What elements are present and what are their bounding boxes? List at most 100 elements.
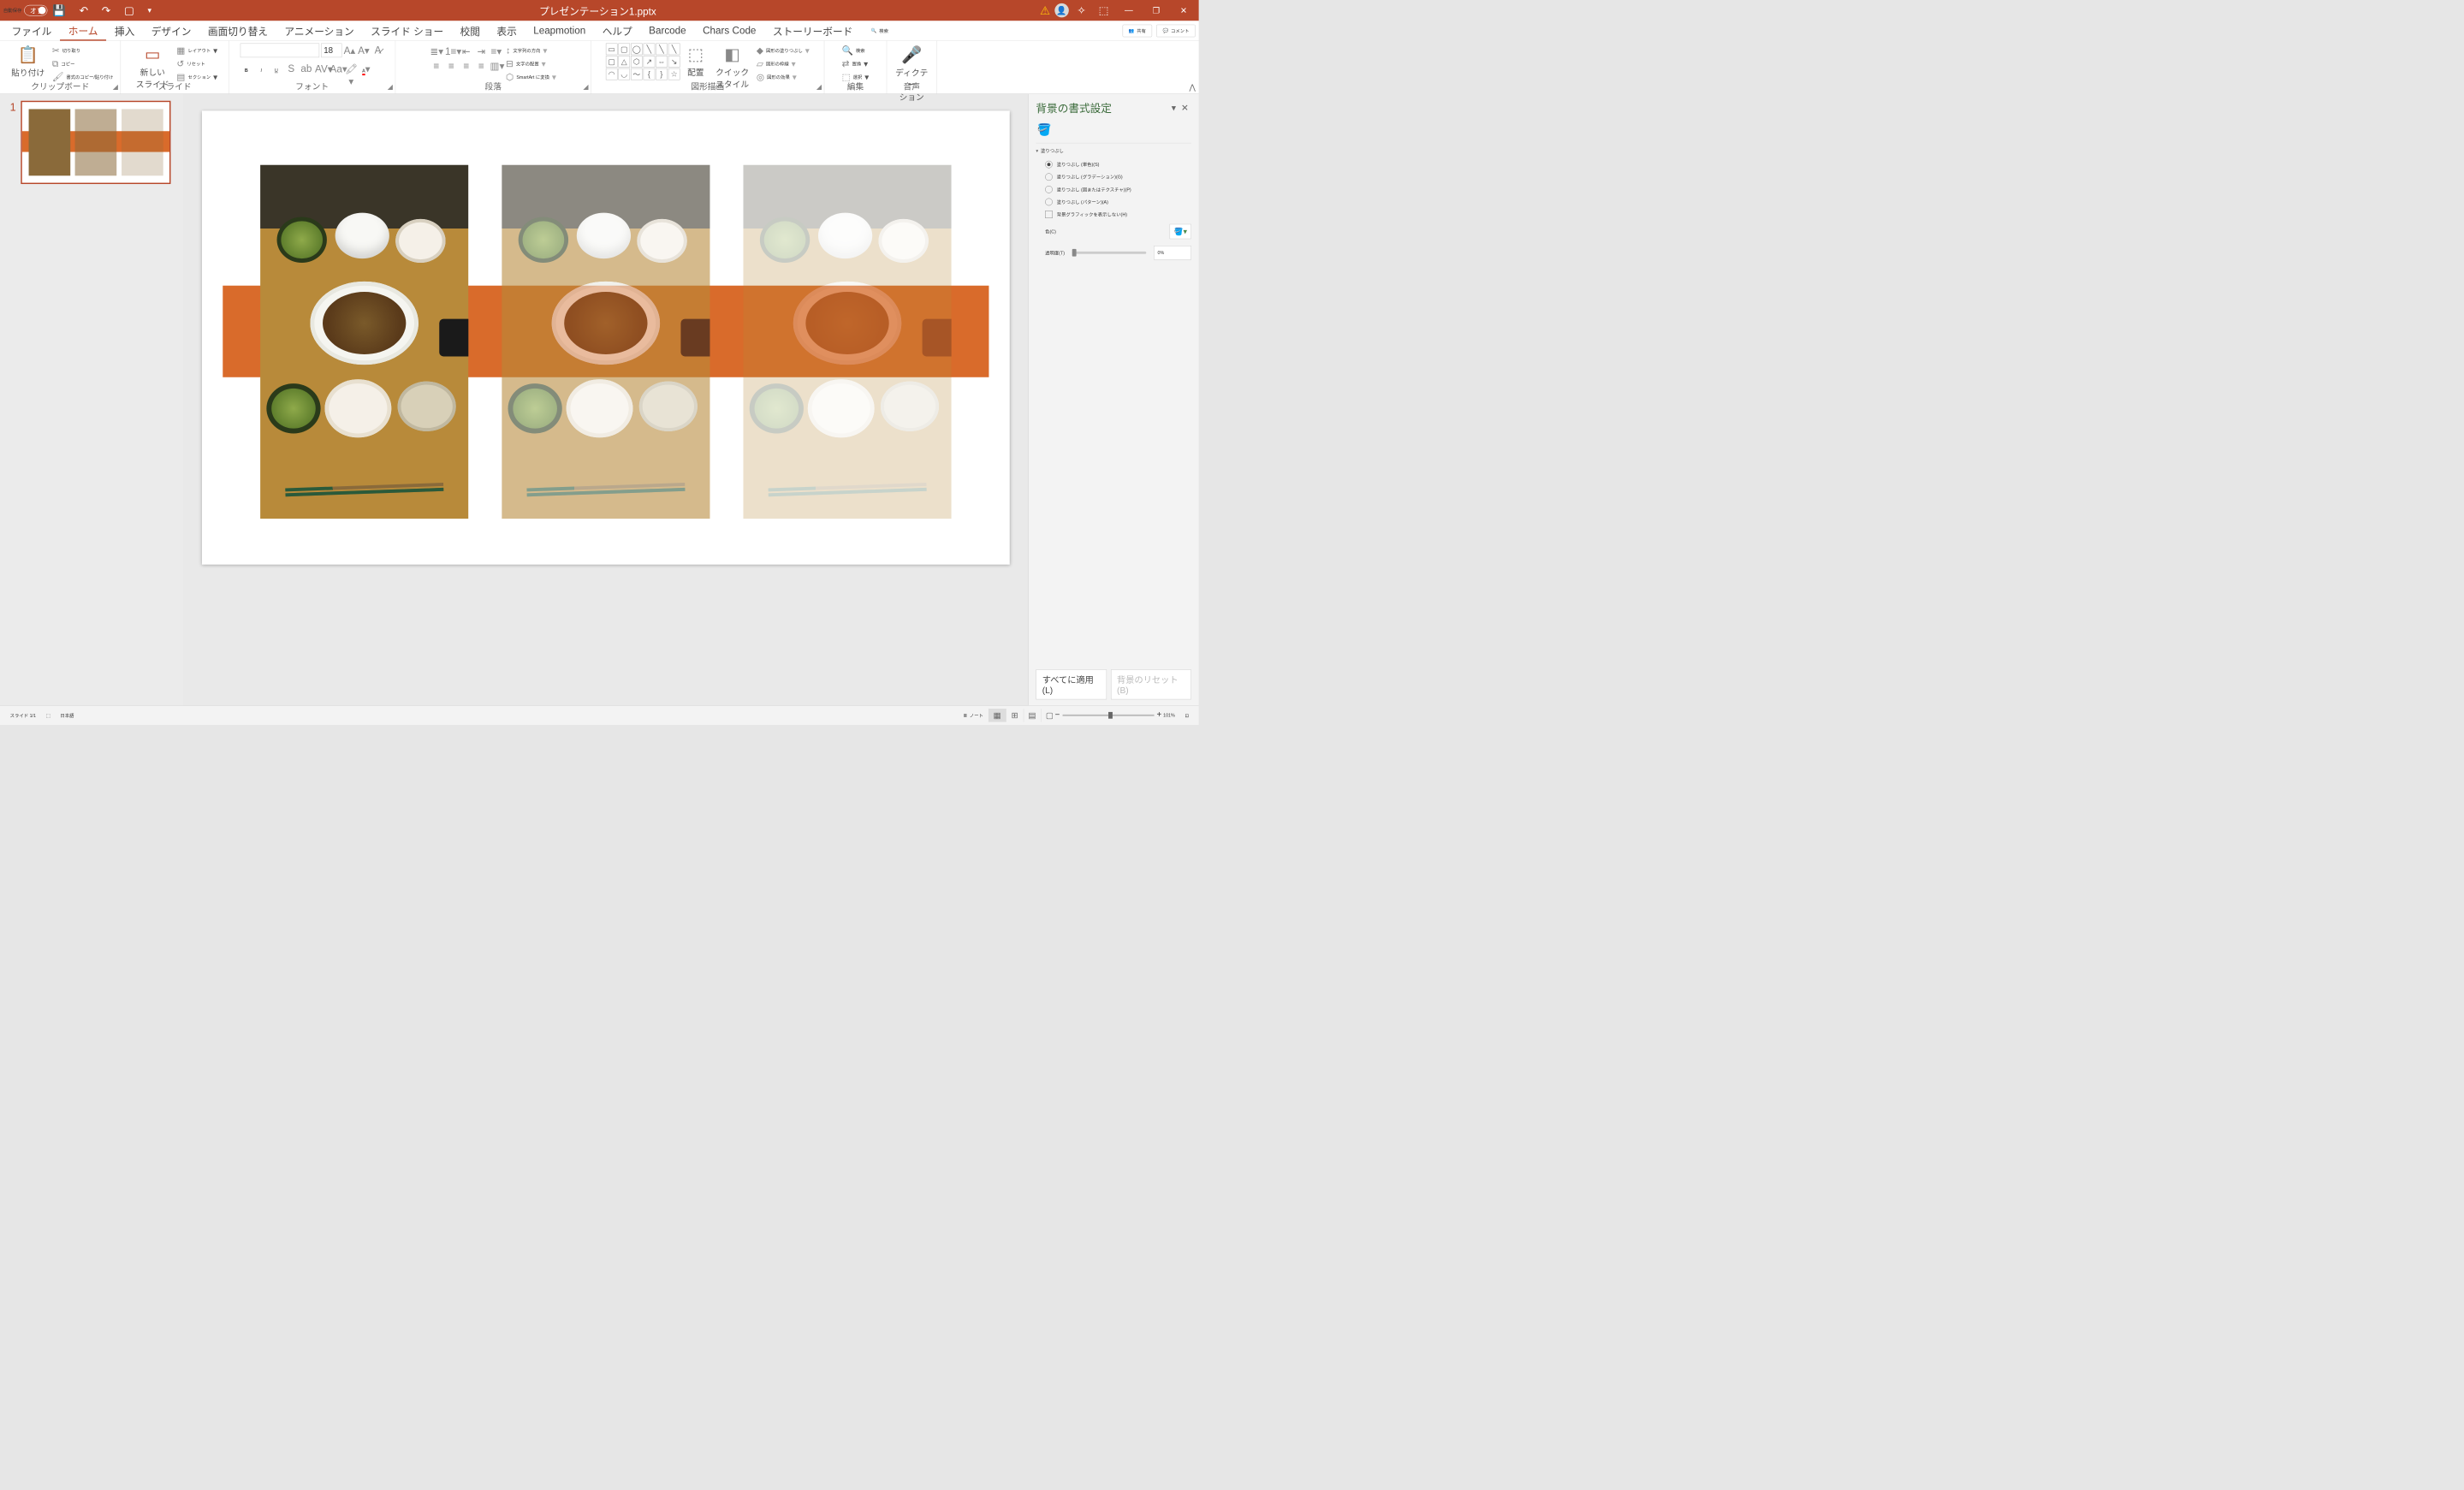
replace-button[interactable]: ⇄置換 ▾ <box>842 58 870 69</box>
fill-gradient-radio[interactable]: 塗りつぶし (グラデーション)(G) <box>1036 170 1190 183</box>
justify-button[interactable]: ≡ <box>475 61 488 73</box>
tab-leapmotion[interactable]: Leapmotion <box>525 21 593 40</box>
food-image-1[interactable] <box>260 165 468 519</box>
save-icon[interactable]: 💾 <box>48 4 69 17</box>
align-right-button[interactable]: ≡ <box>460 61 473 73</box>
bullets-button[interactable]: ≣▾ <box>430 46 443 58</box>
minimize-button[interactable]: — <box>1117 0 1140 21</box>
reset-background-button[interactable]: 背景のリセット(B) <box>1111 669 1191 699</box>
apply-to-all-button[interactable]: すべてに適用(L) <box>1036 669 1106 699</box>
paste-button[interactable]: 📋 貼り付け <box>7 44 49 80</box>
color-picker-button[interactable]: 🪣▾ <box>1170 224 1191 240</box>
user-avatar[interactable]: 👤 <box>1054 3 1069 18</box>
tell-me-search[interactable]: 🔍 検索 <box>871 27 888 34</box>
font-family-combo[interactable] <box>240 44 318 58</box>
cut-button[interactable]: ✂切り取り <box>52 45 114 56</box>
panel-title: 背景の書式設定 <box>1036 100 1168 116</box>
slide-thumbnail-panel[interactable]: 1 <box>0 94 183 705</box>
tab-transitions[interactable]: 画面切り替え <box>199 21 276 40</box>
tab-insert[interactable]: 挿入 <box>106 21 143 40</box>
panel-close-button[interactable]: ✕ <box>1179 102 1191 113</box>
fill-section-header[interactable]: ▾塗りつぶし <box>1036 147 1190 154</box>
tab-file[interactable]: ファイル <box>3 21 60 40</box>
columns-button[interactable]: ▥▾ <box>490 61 503 73</box>
increase-indent-button[interactable]: ⇥ <box>475 46 488 58</box>
tab-animations[interactable]: アニメーション <box>276 21 363 40</box>
decrease-indent-button[interactable]: ⇤ <box>460 46 473 58</box>
shape-outline-button[interactable]: ▱図形の枠線 ▾ <box>757 58 810 69</box>
tab-home[interactable]: ホーム <box>60 21 106 40</box>
tab-review[interactable]: 校閲 <box>452 21 489 40</box>
redo-icon[interactable]: ↷ <box>98 4 115 17</box>
slide-counter[interactable]: スライド 1/1 <box>5 712 41 719</box>
undo-icon[interactable]: ↶ <box>75 4 92 17</box>
text-direction-button[interactable]: ↕文字列の方向 ▾ <box>506 45 556 56</box>
decrease-font-icon[interactable]: A▾ <box>358 45 371 56</box>
reading-view-button[interactable]: ▤ <box>1024 709 1041 722</box>
panel-options-button[interactable]: ▾ <box>1169 102 1179 113</box>
clipboard-dialog-launcher[interactable]: ◢ <box>113 83 118 92</box>
font-group-label: フォント <box>229 80 395 92</box>
arrange-icon: ⬚ <box>688 45 704 64</box>
increase-font-icon[interactable]: A▴ <box>343 45 356 56</box>
paragraph-dialog-launcher[interactable]: ◢ <box>583 83 588 92</box>
numbering-button[interactable]: 1≡▾ <box>445 46 458 58</box>
transparency-value[interactable]: 0% <box>1154 246 1191 260</box>
fill-picture-radio[interactable]: 塗りつぶし (図またはテクスチャ)(P) <box>1036 183 1190 196</box>
slide-canvas-area[interactable] <box>183 94 1028 705</box>
align-text-button[interactable]: ⊟文字の配置 ▾ <box>506 58 556 69</box>
warning-icon[interactable]: ⚠ <box>1040 3 1050 17</box>
align-left-button[interactable]: ≡ <box>430 61 443 73</box>
copy-button[interactable]: ⧉コピー <box>52 58 114 69</box>
drawing-dialog-launcher[interactable]: ◢ <box>816 83 822 92</box>
food-image-2[interactable] <box>502 165 710 519</box>
slide-sorter-view-button[interactable]: ⊞ <box>1006 709 1023 722</box>
transparency-slider[interactable] <box>1072 252 1147 254</box>
align-center-button[interactable]: ≡ <box>445 61 458 73</box>
coming-soon-icon[interactable]: ✧ <box>1073 4 1090 17</box>
font-dialog-launcher[interactable]: ◢ <box>388 83 393 92</box>
shapes-gallery[interactable]: ▭▢◯╲╲╲ ▢△⬡↗⇔↘ ◠◡～{}☆ <box>606 44 680 80</box>
tab-help[interactable]: ヘルプ <box>594 21 640 40</box>
notes-button[interactable]: ≣ ノート <box>959 712 989 719</box>
layout-button[interactable]: ▦レイアウト ▾ <box>176 45 217 56</box>
arrange-button[interactable]: ⬚ 配置 <box>683 44 708 80</box>
layout-icon: ▦ <box>176 45 185 56</box>
fit-to-window-button[interactable]: ⊡ <box>1180 713 1194 718</box>
display-mode-icon[interactable]: ⬚ <box>1095 4 1113 17</box>
zoom-slider[interactable] <box>1062 715 1154 716</box>
tab-design[interactable]: デザイン <box>143 21 199 40</box>
share-button[interactable]: 👥共有 <box>1122 24 1152 37</box>
slideshow-start-icon[interactable]: ▢ <box>120 4 139 17</box>
tab-barcode[interactable]: Barcode <box>640 21 694 40</box>
tab-storyboard[interactable]: ストーリーボード <box>764 21 861 40</box>
tab-slideshow[interactable]: スライド ショー <box>362 21 451 40</box>
clear-formatting-icon[interactable]: A̷ <box>371 45 384 56</box>
search-icon: 🔍 <box>871 28 877 33</box>
slide-thumbnail-1[interactable] <box>21 101 171 184</box>
font-size-combo[interactable] <box>321 44 341 58</box>
fill-solid-radio[interactable]: 塗りつぶし (単色)(S) <box>1036 158 1190 171</box>
close-button[interactable]: ✕ <box>1172 0 1195 21</box>
line-spacing-button[interactable]: ≡▾ <box>490 46 503 58</box>
reset-button[interactable]: ↺リセット <box>176 58 217 69</box>
food-image-3[interactable] <box>743 165 951 519</box>
slide[interactable] <box>202 110 1010 564</box>
tab-charscode[interactable]: Chars Code <box>694 21 764 40</box>
voice-group-label: 音声 <box>887 80 936 92</box>
normal-view-button[interactable]: ▦ <box>989 709 1006 722</box>
language-indicator[interactable]: 日本語 <box>56 712 80 719</box>
collapse-ribbon-button[interactable]: ⋀ <box>1186 81 1199 93</box>
spellcheck-icon[interactable]: ⬚ <box>41 713 56 718</box>
dictate-button[interactable]: 🎤 ディクテー ション <box>891 44 932 104</box>
maximize-button[interactable]: ❐ <box>1144 0 1167 21</box>
fill-pattern-radio[interactable]: 塗りつぶし (パターン)(A) <box>1036 196 1190 209</box>
find-button[interactable]: 🔍検索 <box>842 45 870 56</box>
tab-view[interactable]: 表示 <box>489 21 525 40</box>
editing-group-label: 編集 <box>824 80 886 92</box>
hide-bg-checkbox[interactable]: 背景グラフィックを表示しない(H) <box>1036 208 1190 221</box>
comments-button[interactable]: 💬コメント <box>1156 24 1196 37</box>
qat-customize-icon[interactable]: ▾ <box>144 6 156 15</box>
shape-fill-button[interactable]: ◆図形の塗りつぶし ▾ <box>757 45 810 56</box>
fill-tab-icon[interactable]: 🪣 <box>1036 122 1052 138</box>
